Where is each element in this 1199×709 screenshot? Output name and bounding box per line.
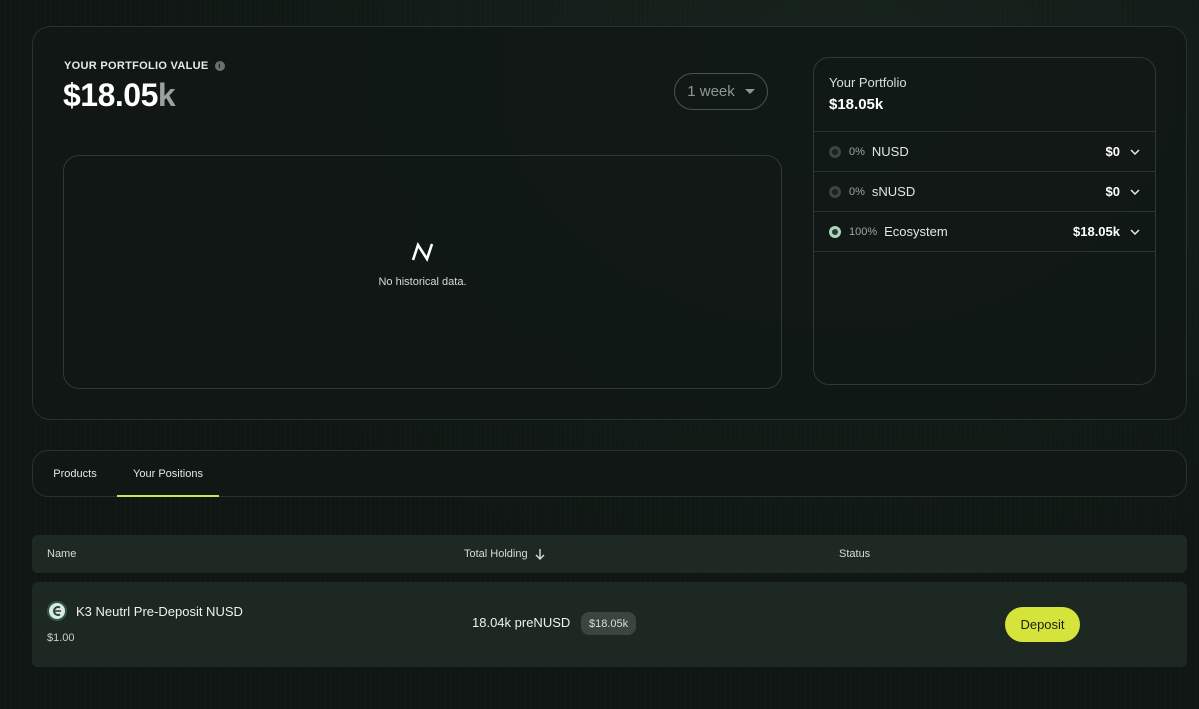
- asset-name: sNUSD: [871, 184, 916, 199]
- allocation-percent: 0%: [849, 145, 865, 158]
- token-icon: [47, 601, 67, 621]
- column-header-name-label: Name: [47, 548, 77, 560]
- portfolio-row-nusd[interactable]: 0% NUSD $0: [814, 132, 1155, 172]
- chevron-down-icon[interactable]: [1130, 147, 1140, 157]
- allocation-dot-active: [829, 225, 841, 238]
- allocation-percent: 0%: [849, 185, 865, 198]
- asset-amount: $18.05k: [1073, 224, 1120, 239]
- product-name[interactable]: K3 Neutrl Pre-Deposit NUSD: [76, 604, 243, 619]
- token-glyph-icon: [53, 606, 61, 616]
- product-price: $1.00: [47, 632, 75, 644]
- column-header-total-holding[interactable]: Total Holding: [464, 535, 546, 573]
- arrow-down-icon: [535, 548, 545, 560]
- caret-down-icon: [744, 89, 755, 94]
- tabs-bar: Products Your Positions: [32, 450, 1187, 497]
- table-header: Name Total Holding Status: [32, 535, 1187, 573]
- holding-amount: 18.04k preNUSD: [472, 615, 571, 630]
- portfolio-panel-header: Your Portfolio $18.05k: [814, 58, 1155, 132]
- portfolio-panel-total: $18.05k: [829, 96, 884, 113]
- allocation-dot: [829, 145, 841, 158]
- allocation-percent: 100%: [849, 225, 878, 238]
- portfolio-card: YOUR PORTFOLIO VALUE i $18.05k 1 week No…: [32, 26, 1187, 420]
- info-icon[interactable]: i: [214, 61, 225, 71]
- period-select[interactable]: 1 week: [674, 73, 768, 110]
- asset-amount: $0: [1105, 184, 1120, 199]
- portfolio-panel-title: Your Portfolio: [829, 75, 907, 90]
- portfolio-value-label-text: YOUR PORTFOLIO VALUE: [64, 60, 209, 72]
- holding-usd-badge: $18.05k: [581, 612, 637, 635]
- portfolio-value-label: YOUR PORTFOLIO VALUE i: [64, 60, 225, 72]
- asset-name: Ecosystem: [884, 224, 948, 239]
- deposit-button[interactable]: Deposit: [1005, 607, 1080, 642]
- column-header-status-label: Status: [839, 548, 871, 560]
- portfolio-value-suffix: k: [157, 77, 176, 113]
- chart-empty-message: No historical data.: [378, 276, 467, 288]
- portfolio-row-ecosystem[interactable]: 100% Ecosystem $18.05k: [814, 212, 1155, 252]
- asset-amount: $0: [1105, 144, 1120, 159]
- neutrl-logo-icon: [411, 242, 433, 262]
- period-select-value: 1 week: [687, 83, 735, 100]
- table-row[interactable]: K3 Neutrl Pre-Deposit NUSD $1.00 18.04k …: [32, 582, 1187, 667]
- portfolio-value-amount: $18.05: [63, 77, 158, 113]
- portfolio-value: $18.05k: [63, 77, 176, 114]
- allocation-dot: [829, 185, 841, 198]
- portfolio-breakdown-panel: Your Portfolio $18.05k 0% NUSD $0 0% sNU…: [813, 57, 1156, 385]
- portfolio-row-snusd[interactable]: 0% sNUSD $0: [814, 172, 1155, 212]
- chevron-down-icon[interactable]: [1130, 187, 1140, 197]
- tab-your-positions[interactable]: Your Positions: [117, 451, 219, 497]
- column-header-status: Status: [839, 535, 870, 573]
- asset-name: NUSD: [871, 144, 909, 159]
- column-header-holding-label: Total Holding: [464, 548, 528, 560]
- tab-products[interactable]: Products: [33, 451, 117, 496]
- history-chart: No historical data.: [63, 155, 782, 389]
- chevron-down-icon[interactable]: [1130, 227, 1140, 237]
- column-header-name: Name: [47, 535, 76, 573]
